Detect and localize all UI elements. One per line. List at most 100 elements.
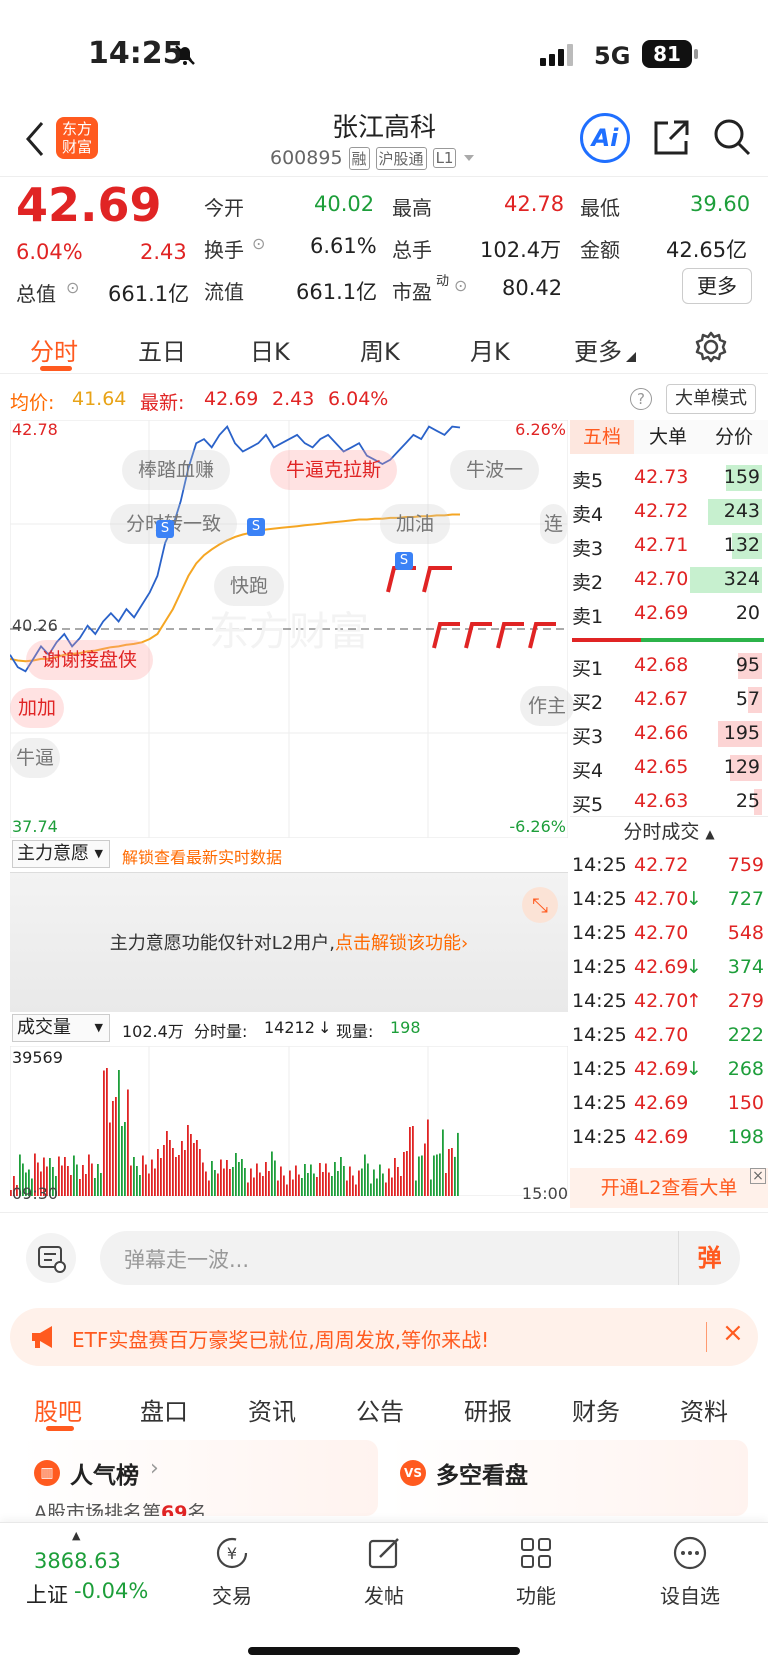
share-icon[interactable] xyxy=(652,117,692,157)
ask-row[interactable]: 卖1 42.69 20 xyxy=(570,598,768,630)
locked-message: 主力意愿功能仅针对L2用户, xyxy=(109,933,335,954)
tab-five-level[interactable]: 五档 xyxy=(570,420,634,454)
ask-row[interactable]: 卖3 42.71 132 xyxy=(570,530,768,562)
nav-post[interactable]: 发帖 xyxy=(334,1533,434,1609)
ask-volume: 243 xyxy=(723,500,760,522)
tab-more[interactable]: 更多 xyxy=(574,332,622,367)
trade-ticks-header[interactable]: 分时成交 ▲ xyxy=(570,816,768,846)
sell-signal-icon[interactable]: S xyxy=(395,552,413,570)
nav-trade[interactable]: ¥ 交易 xyxy=(182,1533,282,1609)
minute-vol-value: 14212 xyxy=(264,1018,315,1037)
bid-row[interactable]: 买2 42.67 57 xyxy=(570,684,768,716)
main-force-select[interactable]: 主力意愿 ▼ xyxy=(12,840,110,868)
info-icon[interactable]: ⊙ xyxy=(66,278,79,297)
tab-profile[interactable]: 资料 xyxy=(680,1392,728,1427)
ask-row[interactable]: 卖5 42.73 159 xyxy=(570,462,768,494)
volume-bar xyxy=(370,1183,372,1196)
bid-row[interactable]: 买5 42.63 25 xyxy=(570,786,768,818)
long-short-title: 多空看盘 xyxy=(436,1463,528,1489)
close-icon[interactable]: × xyxy=(722,1318,744,1348)
tab-research[interactable]: 研报 xyxy=(464,1392,512,1427)
popularity-title: 人气榜 xyxy=(70,1463,139,1489)
rising-marks-icon xyxy=(432,622,556,649)
tab-intraday[interactable]: 分时 xyxy=(30,332,78,367)
ai-button[interactable]: Ai xyxy=(580,113,630,163)
long-short-card[interactable]: VS 多空看盘 xyxy=(388,1440,748,1516)
index-widget[interactable]: ▲ 3868.63 上证 -0.04% xyxy=(20,1529,160,1609)
search-icon[interactable] xyxy=(712,117,752,157)
ask-row[interactable]: 卖4 42.72 243 xyxy=(570,496,768,528)
unlock-link[interactable]: 点击解锁该功能 xyxy=(335,933,461,954)
volume-bar xyxy=(433,1155,435,1196)
tab-price-dist[interactable]: 分价 xyxy=(702,420,766,454)
intraday-chart[interactable]: 东方财富 42.78 6.26% 40.26 37.74 -6.26% 棒踏血赚… xyxy=(9,419,575,839)
tab-five-day[interactable]: 五日 xyxy=(138,332,186,367)
danmaku-settings-button[interactable] xyxy=(26,1233,76,1283)
unlock-hint[interactable]: 解锁查看最新实时数据 xyxy=(122,844,282,868)
close-icon[interactable]: × xyxy=(750,1168,766,1184)
bid-row[interactable]: 买3 42.66 195 xyxy=(570,718,768,750)
volume-bar xyxy=(415,1180,417,1196)
tab-big-order[interactable]: 大单 xyxy=(636,420,700,454)
tab-forum[interactable]: 股吧 xyxy=(34,1392,82,1427)
bid-row[interactable]: 买1 42.68 95 xyxy=(570,650,768,682)
volume-bar xyxy=(217,1173,219,1196)
more-circle-icon xyxy=(673,1536,707,1570)
send-danmaku-button[interactable]: 弹 xyxy=(678,1231,740,1285)
tag-connect: 沪股通 xyxy=(375,146,427,170)
sell-signal-icon[interactable]: S xyxy=(247,518,265,536)
trade-price: 42.69 xyxy=(634,1092,689,1114)
nav-add-watchlist[interactable]: 设自选 xyxy=(640,1533,740,1609)
volume-bar xyxy=(64,1157,66,1196)
bid-row[interactable]: 买4 42.65 129 xyxy=(570,752,768,784)
volume-bar xyxy=(412,1126,414,1196)
main-force-locked-area: 主力意愿功能仅针对L2用户,点击解锁该功能› ⤡ xyxy=(10,872,568,1012)
trade-volume: 727 xyxy=(727,888,764,910)
stock-code-row[interactable]: 600895 融 沪股通 L1 xyxy=(270,145,476,171)
popularity-card[interactable]: ▥ 人气榜 › A股市场排名第69名 xyxy=(20,1440,378,1516)
corner-triangle-icon xyxy=(626,352,636,362)
volume-bar xyxy=(202,1162,204,1196)
y-top-pct: 6.26% xyxy=(515,420,566,439)
volume-bar xyxy=(367,1163,369,1196)
nav-post-label: 发帖 xyxy=(364,1584,404,1608)
tab-weekly[interactable]: 周K xyxy=(360,332,400,367)
volume-bar xyxy=(280,1166,282,1196)
help-icon[interactable]: ? xyxy=(630,388,652,410)
tab-finance[interactable]: 财务 xyxy=(572,1392,620,1427)
tab-daily[interactable]: 日K xyxy=(250,332,290,367)
ask-price: 42.69 xyxy=(634,602,689,624)
danmaku-pill: 加油 xyxy=(380,504,451,544)
info-icon[interactable]: ⊙ xyxy=(252,234,265,253)
tab-news[interactable]: 资讯 xyxy=(248,1392,296,1427)
ask-row[interactable]: 卖2 42.70 324 xyxy=(570,564,768,596)
expand-icon[interactable]: ⤡ xyxy=(522,887,558,923)
trade-volume: 222 xyxy=(727,1024,764,1046)
quote-panel: 42.69 6.04% 2.43 总值 ⊙ 661.1亿 今开 40.02 最高… xyxy=(0,178,768,312)
tab-handicap[interactable]: 盘口 xyxy=(140,1392,188,1427)
volume-bar xyxy=(85,1174,87,1196)
trade-row: 14:25 42.70 222 xyxy=(570,1018,768,1052)
open-l2-link[interactable]: 开通L2查看大单 xyxy=(570,1168,768,1208)
sell-signal-icon[interactable]: S xyxy=(156,520,174,538)
danmaku-pill: 作主 xyxy=(520,686,575,726)
trade-price: 42.69 xyxy=(634,1126,689,1148)
promo-banner[interactable]: ETF实盘赛百万豪奖已就位,周周发放,等你来战! × xyxy=(10,1308,758,1366)
volume-bar xyxy=(376,1178,378,1196)
volume-bar xyxy=(67,1166,69,1196)
tab-monthly[interactable]: 月K xyxy=(470,332,510,367)
indicator-select[interactable]: 成交量 ▼ xyxy=(12,1014,110,1042)
volume-bar xyxy=(247,1182,249,1196)
volume-bar xyxy=(355,1184,357,1196)
nav-functions[interactable]: 功能 xyxy=(486,1533,586,1609)
more-button[interactable]: 更多 xyxy=(682,268,752,304)
big-order-mode-button[interactable]: 大单模式 xyxy=(666,384,756,414)
volume-bar xyxy=(364,1154,366,1196)
tab-underline xyxy=(46,1426,74,1431)
y-bottom-pct: -6.26% xyxy=(509,817,566,836)
info-icon[interactable]: ⊙ xyxy=(454,276,467,295)
danmaku-input[interactable]: 弹幕走一波... 弹 xyxy=(100,1231,740,1285)
tab-announcement[interactable]: 公告 xyxy=(356,1392,404,1427)
y-top-price: 42.78 xyxy=(12,420,58,439)
settings-gear-icon[interactable] xyxy=(694,330,728,364)
